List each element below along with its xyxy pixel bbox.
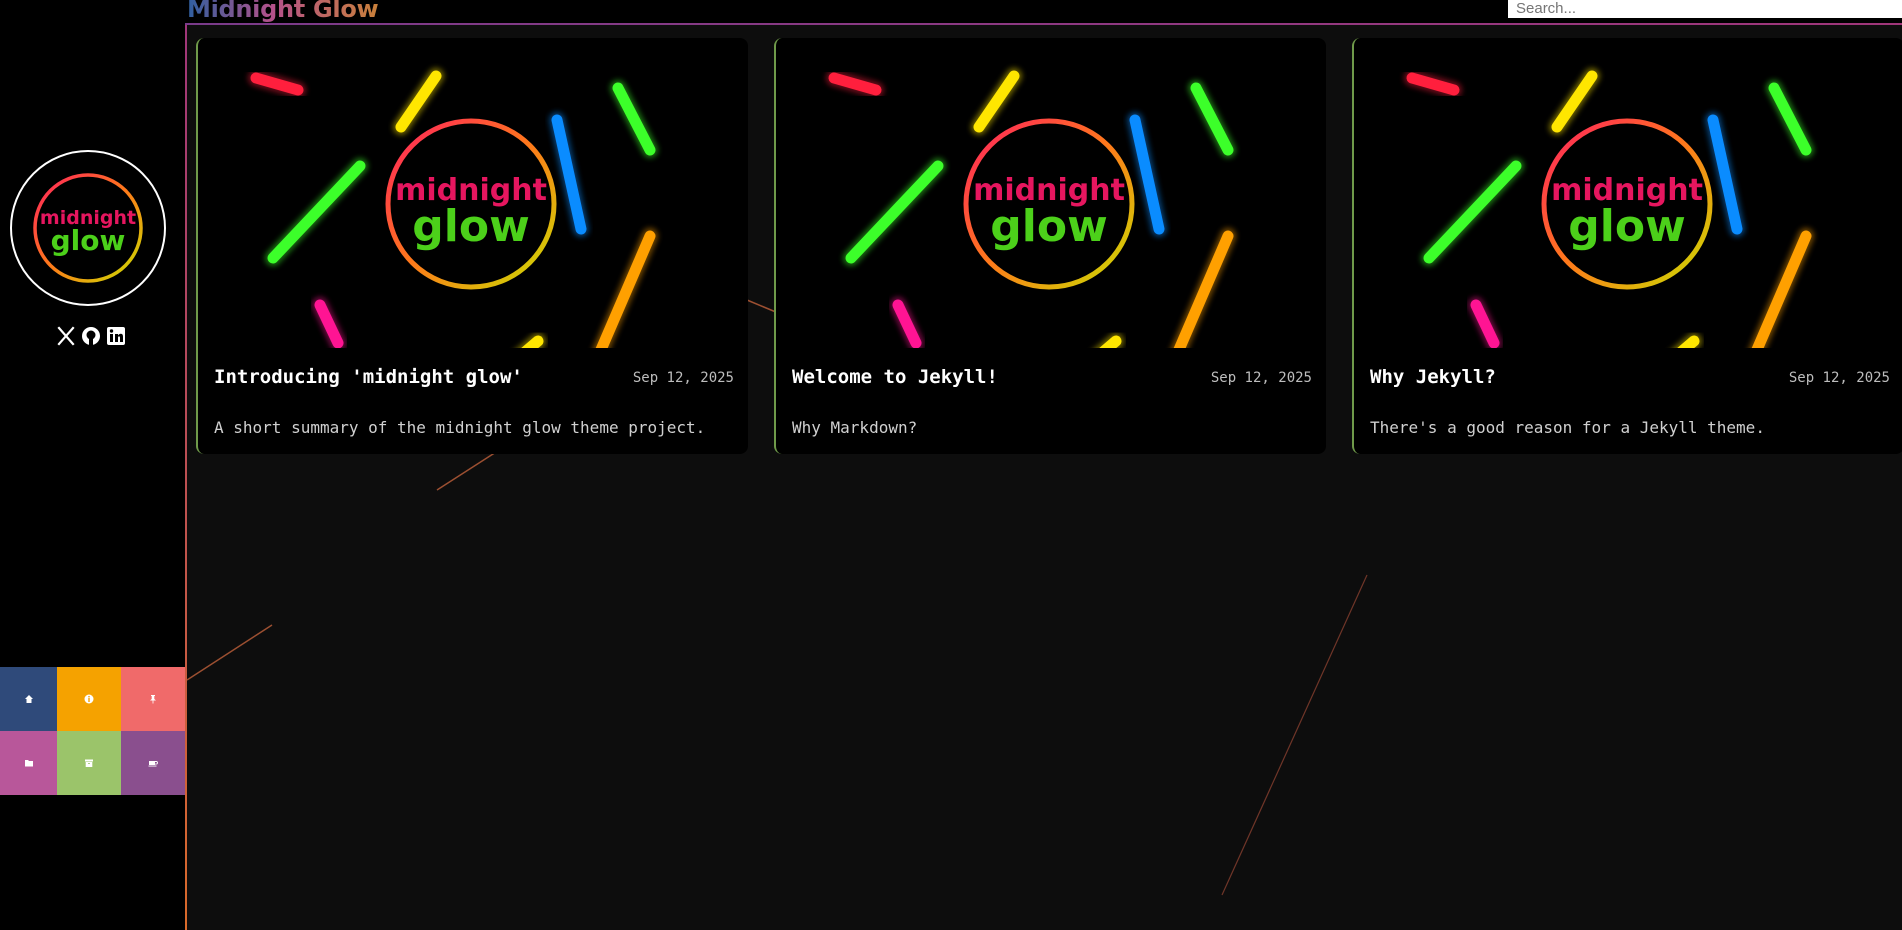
post-date: Sep 12, 2025 [632, 370, 734, 386]
glow-stick [1129, 114, 1165, 235]
sidebar: midnight glow [0, 0, 185, 930]
post-thumbnail: midnightglow [248, 68, 658, 348]
glow-stick [551, 114, 587, 235]
nav-tile-home[interactable] [0, 667, 57, 731]
x-icon[interactable] [56, 326, 76, 346]
pin-icon [150, 695, 156, 704]
post-thumbnail: midnightglow [826, 68, 1236, 348]
nav-tiles [0, 667, 185, 795]
glow-stick [1751, 230, 1812, 348]
post-date: Sep 12, 2025 [1210, 370, 1312, 386]
site-title[interactable]: Midnight Glow [187, 0, 379, 23]
post-thumbnail: midnightglow [1404, 68, 1814, 348]
search-input[interactable] [1508, 0, 1902, 18]
social-links [56, 326, 126, 346]
folder-icon [24, 760, 33, 767]
glow-stick [1707, 114, 1743, 235]
post-summary: A short summary of the midnight glow the… [214, 418, 706, 437]
archive-icon [85, 759, 93, 767]
post-title[interactable]: Welcome to Jekyll! [792, 366, 998, 388]
glow-stick [1406, 72, 1460, 96]
glow-stick [595, 230, 656, 348]
glow-stick [1551, 70, 1598, 133]
logo-graphic: midnight glow [33, 173, 143, 283]
glow-stick [1768, 82, 1812, 156]
glow-stick [973, 70, 1020, 133]
post-title[interactable]: Why Jekyll? [1370, 366, 1496, 388]
thumbnail-text-line2: glow [990, 201, 1107, 252]
post-card[interactable]: midnight glow Welcome to Jekyll! Sep 12, … [774, 38, 1326, 454]
thumbnail-text-line2: glow [1568, 201, 1685, 252]
glow-stick [828, 72, 882, 96]
github-icon[interactable] [81, 326, 101, 346]
glow-stick [1173, 230, 1234, 348]
glow-stick [845, 160, 944, 264]
nav-tile-coffee[interactable] [121, 731, 185, 795]
glow-stick [1190, 82, 1234, 156]
info-icon [84, 694, 94, 704]
nav-tile-info[interactable] [57, 667, 121, 731]
post-card[interactable]: midnight glow Why Jekyll? Sep 12, 2025 Th… [1352, 38, 1902, 454]
logo-text-line2: glow [51, 224, 126, 257]
glow-stick [395, 70, 442, 133]
thumbnail-text-line2: glow [412, 201, 529, 252]
coffee-icon [148, 761, 158, 767]
nav-tile-archive[interactable] [57, 731, 121, 795]
nav-tile-pin[interactable] [121, 667, 185, 731]
post-card[interactable]: midnight glow Introducing 'midnight glow'… [196, 38, 748, 454]
site-logo[interactable]: midnight glow [10, 150, 166, 306]
glow-stick [612, 82, 656, 156]
post-summary: Why Markdown? [792, 418, 918, 437]
post-title[interactable]: Introducing 'midnight glow' [214, 366, 523, 388]
post-summary: There's a good reason for a Jekyll theme… [1370, 418, 1765, 437]
glow-stick [267, 160, 366, 264]
glow-stick [250, 72, 304, 96]
post-date: Sep 12, 2025 [1788, 370, 1890, 386]
nav-tile-folder[interactable] [0, 731, 57, 795]
home-icon [24, 695, 33, 703]
glow-stick [1423, 160, 1522, 264]
linkedin-icon[interactable] [106, 326, 126, 346]
